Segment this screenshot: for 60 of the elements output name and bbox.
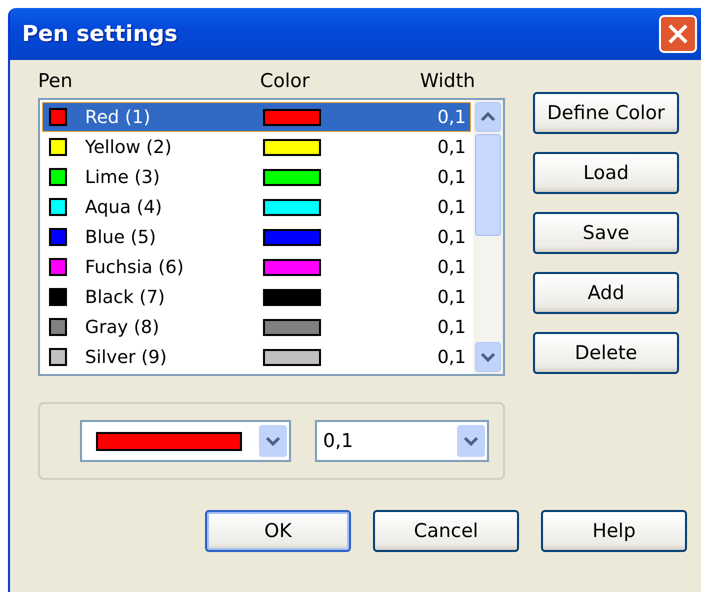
color-bar [263,138,321,156]
side-button[interactable]: Define Color [533,92,679,134]
pen-width: 0,1 [437,286,466,308]
pen-name: Aqua (4) [85,196,164,218]
pen-name: Fuchsia (6) [85,256,185,278]
pen-width: 0,1 [437,136,466,158]
color-bar [263,258,321,276]
pen-name: Red (1) [85,106,152,128]
pen-width: 0,1 [437,106,466,128]
width-value: 0,1 [323,430,354,452]
pen-name: Silver (9) [85,346,168,368]
dialog-button[interactable]: Cancel [373,510,519,552]
scroll-up-button[interactable] [475,102,501,132]
pen-name: Lime (3) [85,166,161,188]
scrollbar[interactable] [473,100,503,374]
side-button[interactable]: Load [533,152,679,194]
dialog-button[interactable]: OK [205,510,351,552]
color-dropdown[interactable] [80,420,291,462]
pen-row[interactable]: Red (1) 0,1 [42,102,471,132]
chevron-up-icon [480,112,496,122]
scroll-down-button[interactable] [475,342,501,372]
side-button[interactable]: Save [533,212,679,254]
pen-name: Yellow (2) [85,136,173,158]
pen-row[interactable]: Lime (3) 0,1 [42,162,471,192]
pen-name: Black (7) [85,286,166,308]
pen-width: 0,1 [437,166,466,188]
pen-width: 0,1 [437,226,466,248]
color-bar [263,228,321,246]
width-dropdown[interactable]: 0,1 [315,420,489,462]
pen-row[interactable]: Fuchsia (6) 0,1 [42,252,471,282]
pen-row[interactable]: Gray (8) 0,1 [42,312,471,342]
pen-row[interactable]: Silver (9) 0,1 [42,342,471,372]
column-header: Width [420,70,476,92]
dialog-button[interactable]: Help [541,510,687,552]
pen-row[interactable]: Yellow (2) 0,1 [42,132,471,162]
color-bar [263,108,321,126]
pen-row[interactable]: Aqua (4) 0,1 [42,192,471,222]
side-button[interactable]: Delete [533,332,679,374]
column-header: Pen [38,70,73,92]
pen-list[interactable]: Red (1) 0,1 Yellow (2) 0,1 Lime (3) 0,1 Aqua (4) 0,1 Blue (5) 0,1 Fuchsia (6) 0,1 Black (7) 0,1 Gray (8) 0,1 Silver (9) 0,1 [38,98,505,376]
pen-width: 0,1 [437,256,466,278]
color-bar [263,348,321,366]
close-button[interactable] [659,15,697,53]
color-bar [263,168,321,186]
pen-row[interactable]: Blue (5) 0,1 [42,222,471,252]
pen-row[interactable]: Black (7) 0,1 [42,282,471,312]
side-button[interactable]: Add [533,272,679,314]
scroll-thumb[interactable] [475,134,501,236]
color-bar [263,288,321,306]
chevron-down-icon [480,352,496,362]
window-title: Pen settings [22,22,178,46]
pen-name: Gray (8) [85,316,160,338]
color-bar [263,198,321,216]
pen-name: Blue (5) [85,226,158,248]
color-bar [263,318,321,336]
pen-width: 0,1 [437,346,466,368]
pen-width: 0,1 [437,196,466,218]
close-icon [667,23,689,45]
pen-width: 0,1 [437,316,466,338]
column-header: Color [260,70,310,92]
